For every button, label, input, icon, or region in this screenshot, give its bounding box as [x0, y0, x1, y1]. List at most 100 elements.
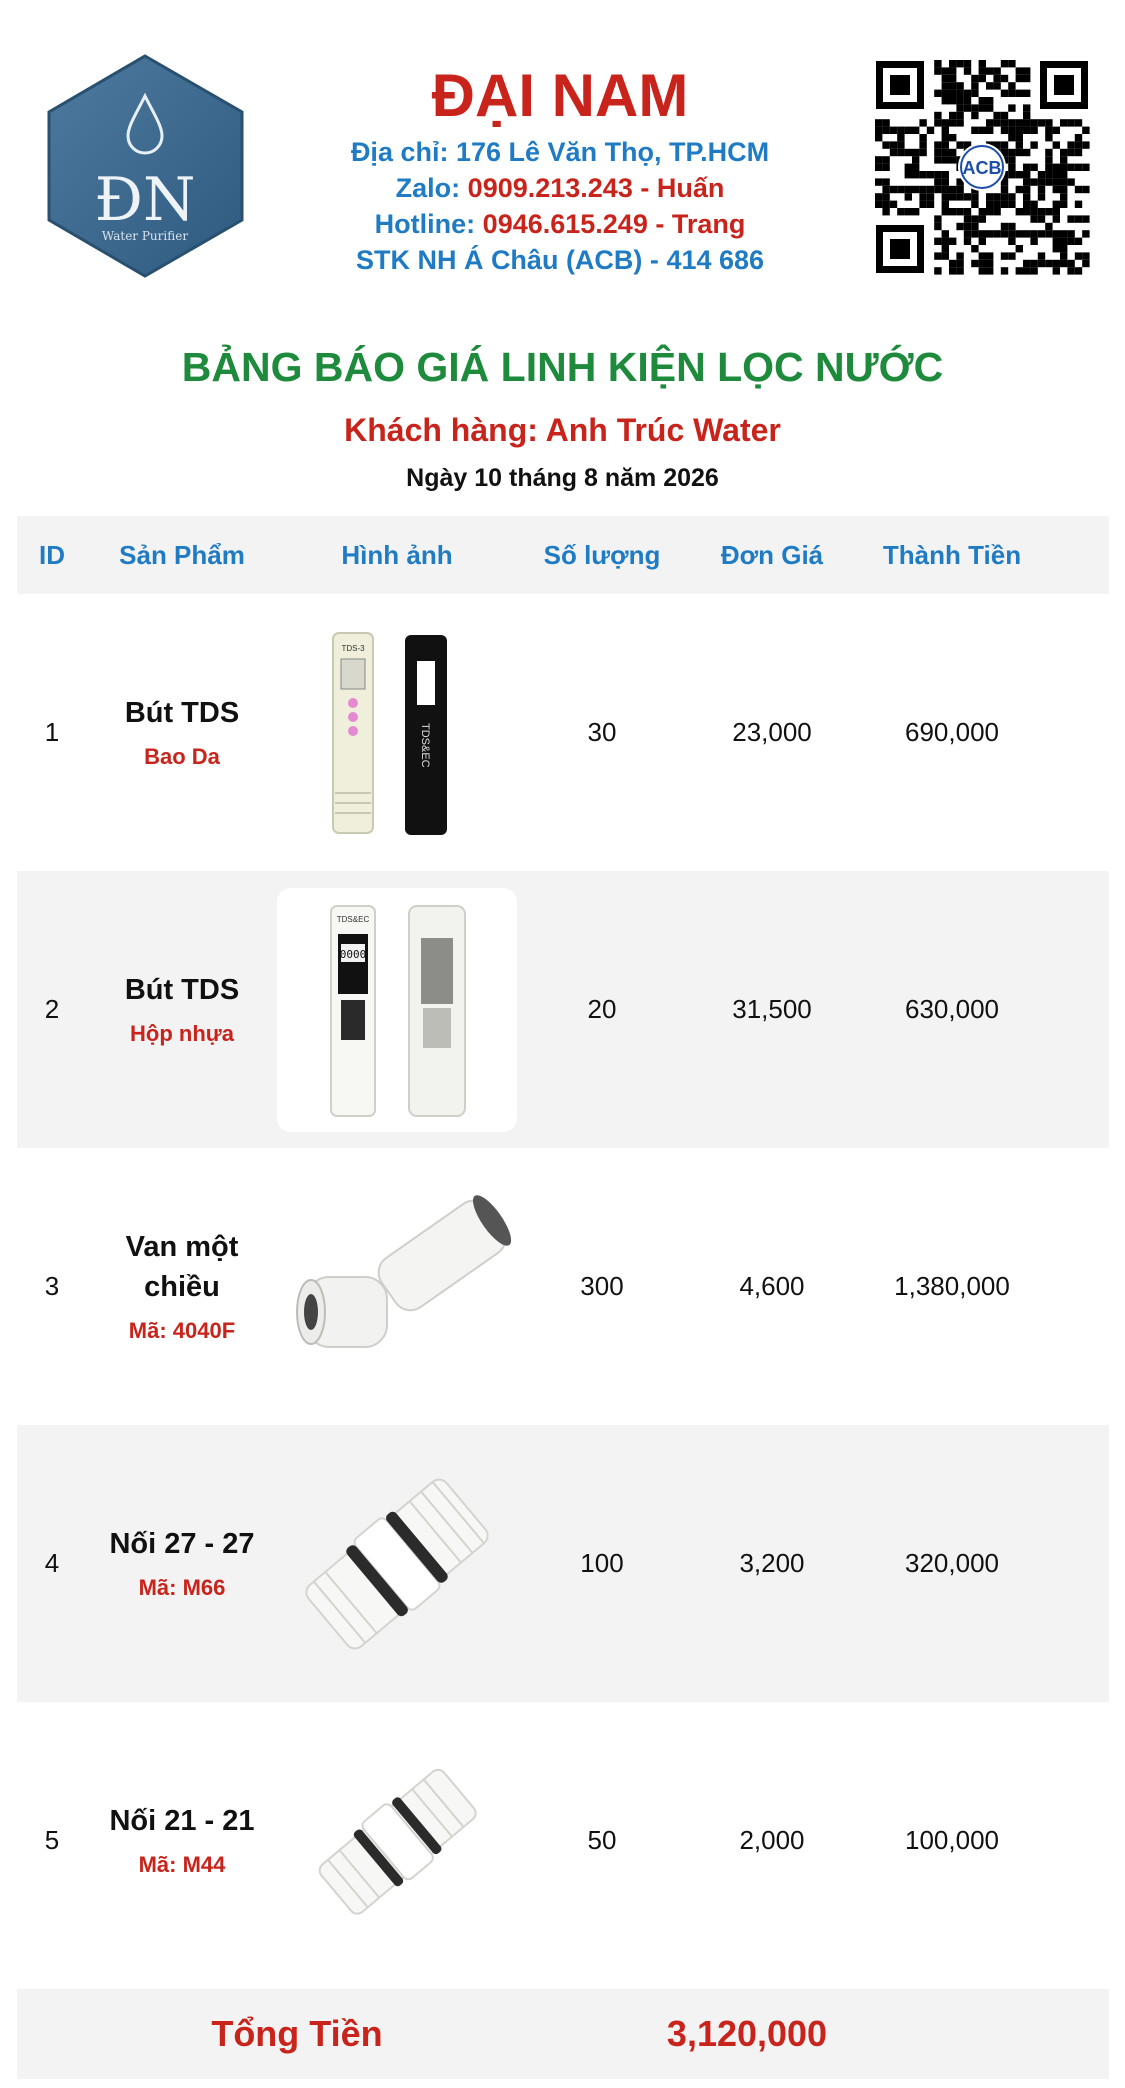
pen2-label: TDS&EC — [337, 915, 370, 924]
row-total: 320,000 — [905, 1548, 999, 1578]
col-id: ID — [39, 539, 65, 570]
qr-module — [1008, 200, 1016, 208]
qr-module — [919, 134, 927, 142]
pen2-display: 0000 — [340, 948, 367, 961]
qr-module — [1000, 222, 1009, 231]
address-label: Địa chỉ: — [350, 137, 449, 167]
qr-module — [949, 82, 957, 90]
col-quantity: Số lượng — [543, 539, 661, 570]
product-name: Nối 21 - 21 — [109, 1804, 255, 1837]
qr-module — [889, 185, 898, 194]
qr-module — [963, 104, 972, 112]
qr-module — [904, 208, 912, 216]
qr-module — [1045, 171, 1053, 179]
qr-module — [971, 74, 979, 83]
qr-module — [1015, 134, 1023, 142]
qr-module — [956, 193, 964, 201]
qr-module — [956, 185, 964, 194]
qr-module — [1067, 148, 1075, 157]
qr-module — [1045, 178, 1053, 186]
qr-module — [1052, 200, 1060, 208]
qr-module — [956, 97, 964, 105]
qr-module — [1074, 148, 1083, 157]
qr-module — [971, 193, 979, 201]
zalo-value: 0909.213.243 - Huấn — [467, 173, 725, 203]
qr-module — [978, 237, 986, 245]
qr-module — [1052, 267, 1060, 275]
qr-module — [1060, 119, 1068, 127]
qr-module — [1023, 193, 1031, 201]
qr-module — [1060, 185, 1068, 194]
product-variant: Bao Da — [144, 743, 220, 769]
qr-module — [971, 200, 979, 208]
qr-module — [956, 267, 964, 275]
qr-module — [1015, 119, 1023, 127]
qr-module — [941, 245, 949, 253]
qr-module — [1074, 163, 1083, 171]
qr-module — [1060, 200, 1068, 208]
product-name: Van một chiều — [125, 1230, 239, 1303]
qr-module — [1015, 230, 1023, 238]
qr-module — [1082, 163, 1090, 171]
qr-module — [963, 237, 972, 245]
qr-module — [986, 252, 994, 260]
qr-module — [926, 193, 935, 201]
qr-module — [1030, 126, 1038, 134]
qr-module — [986, 97, 994, 105]
qr-module — [971, 215, 979, 223]
qr-module — [1067, 259, 1075, 268]
product-variant: Mã: M44 — [138, 1851, 226, 1877]
qr-module — [1030, 141, 1038, 149]
qr-module — [1008, 171, 1016, 179]
product-image-tds-pen-leather: TDS-3 TDS&EC — [277, 603, 517, 863]
qr-module — [963, 97, 972, 105]
customer-name: Khách hàng: Anh Trúc Water — [344, 412, 781, 448]
qr-module — [978, 97, 986, 105]
qr-module — [1000, 141, 1009, 149]
qr-module — [889, 148, 898, 157]
qr-module — [941, 134, 949, 142]
table-row: 5 Nối 21 - 21 Mã: M44 50 2,000 100,000 — [17, 1702, 1109, 1979]
qr-module — [986, 104, 994, 112]
col-unit-price: Đơn Giá — [720, 539, 824, 570]
qr-module — [1082, 230, 1090, 238]
qr-module — [875, 126, 883, 134]
qr-module — [941, 74, 949, 83]
qr-module — [934, 111, 942, 120]
qr-module — [1052, 230, 1060, 238]
qr-module — [949, 185, 957, 194]
qr-module — [912, 148, 920, 157]
qr-module — [1015, 208, 1023, 216]
qr-module — [971, 259, 979, 268]
total-value: 3,120,000 — [666, 2013, 828, 2054]
qr-module — [882, 185, 890, 194]
qr-module — [993, 208, 1001, 216]
brand-name: ĐẠI NAM — [431, 62, 689, 129]
qr-module — [978, 126, 986, 134]
qr-module — [1008, 104, 1016, 112]
total-label: Tổng Tiền — [211, 2013, 383, 2054]
qr-module — [956, 60, 964, 68]
qr-module — [912, 208, 920, 216]
qr-module — [949, 134, 957, 142]
qr-module — [978, 252, 986, 260]
qr-module — [971, 222, 979, 231]
qr-module — [882, 163, 890, 171]
row-id: 4 — [44, 1548, 60, 1578]
qr-module — [993, 74, 1001, 83]
qr-module — [949, 97, 957, 105]
qr-module — [926, 171, 935, 179]
qr-module — [978, 208, 986, 216]
acb-badge: ACB — [963, 158, 1002, 178]
qr-module — [1023, 89, 1031, 97]
qr-module — [882, 208, 890, 216]
table-row: 2 Bút TDS Hộp nhựa TDS&EC 0000 20 31,500… — [17, 871, 1109, 1148]
qr-module — [919, 200, 927, 208]
qr-module — [1023, 200, 1031, 208]
qr-module — [904, 171, 912, 179]
qr-module — [993, 200, 1001, 208]
row-quantity: 30 — [587, 717, 617, 747]
qr-module — [875, 193, 883, 201]
case-label: TDS&EC — [419, 723, 431, 768]
qr-module — [963, 230, 972, 238]
